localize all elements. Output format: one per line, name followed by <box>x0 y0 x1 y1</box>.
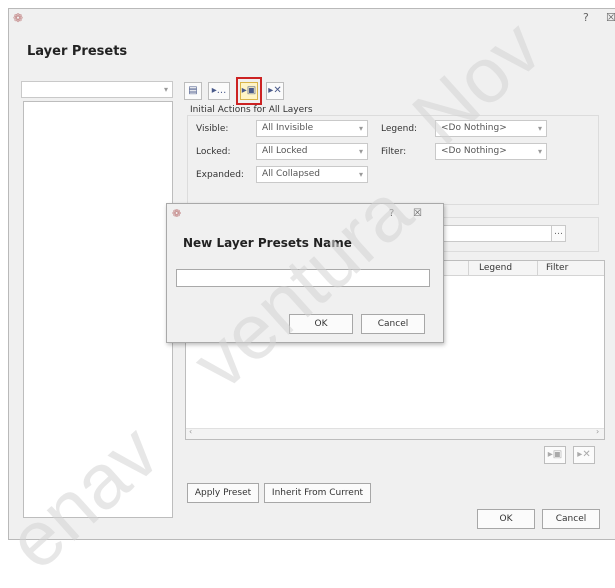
column-header-legend[interactable]: Legend <box>479 263 512 273</box>
new-preset-icon[interactable]: ▸▣ <box>240 82 258 100</box>
filter-label: Filter: <box>381 147 407 157</box>
ok-button[interactable]: OK <box>477 509 535 529</box>
scroll-right-icon[interactable]: › <box>596 427 599 436</box>
expanded-value: All Collapsed <box>262 169 320 179</box>
locked-value: All Locked <box>262 146 308 156</box>
app-logo-icon: ❁ <box>172 207 182 220</box>
close-icon[interactable]: ☒ <box>606 11 615 24</box>
grid-scrollbar[interactable] <box>186 428 604 439</box>
help-icon[interactable]: ? <box>583 11 589 24</box>
dialog-cancel-button[interactable]: Cancel <box>361 314 425 334</box>
grid-divider <box>537 261 538 276</box>
expanded-label: Expanded: <box>196 170 244 180</box>
app-logo-icon: ❁ <box>13 11 24 25</box>
move-row-icon[interactable]: ▸▣ <box>544 446 566 464</box>
grid-divider <box>468 261 469 276</box>
layer-field[interactable] <box>431 225 559 242</box>
legend-combo[interactable]: <Do Nothing> ▾ <box>435 120 547 137</box>
new-layer-icon[interactable]: ▤ <box>184 82 202 100</box>
visible-value: All Invisible <box>262 123 314 133</box>
chevron-down-icon: ▾ <box>537 147 542 156</box>
legend-label: Legend: <box>381 124 418 134</box>
preset-name-input[interactable] <box>176 269 430 287</box>
preset-list[interactable] <box>23 101 173 518</box>
locked-combo[interactable]: All Locked ▾ <box>256 143 368 160</box>
new-preset-dialog: ❁ ? ☒ New Layer Presets Name OK Cancel <box>166 203 444 343</box>
preset-selector[interactable]: ▾ <box>21 81 173 98</box>
arrow-menu-icon[interactable]: ▸... <box>208 82 230 100</box>
visible-label: Visible: <box>196 124 229 134</box>
filter-combo[interactable]: <Do Nothing> ▾ <box>435 143 547 160</box>
cancel-button[interactable]: Cancel <box>542 509 600 529</box>
filter-value: <Do Nothing> <box>441 146 507 156</box>
chevron-down-icon: ▾ <box>358 124 363 133</box>
dialog-title: New Layer Presets Name <box>183 236 352 250</box>
locked-label: Locked: <box>196 147 231 157</box>
chevron-down-icon: ▾ <box>537 124 542 133</box>
dialog-ok-button[interactable]: OK <box>289 314 353 334</box>
page-title: Layer Presets <box>27 44 128 59</box>
delete-preset-icon[interactable]: ▸✕ <box>266 82 284 100</box>
close-icon[interactable]: ☒ <box>413 208 422 219</box>
initial-actions-title: Initial Actions for All Layers <box>190 105 313 115</box>
chevron-down-icon: ▾ <box>358 170 363 179</box>
inherit-from-current-button[interactable]: Inherit From Current <box>264 483 371 503</box>
visible-combo[interactable]: All Invisible ▾ <box>256 120 368 137</box>
help-icon[interactable]: ? <box>389 208 394 219</box>
scroll-left-icon[interactable]: ‹ <box>189 427 192 436</box>
chevron-down-icon: ▾ <box>163 85 168 94</box>
expanded-combo[interactable]: All Collapsed ▾ <box>256 166 368 183</box>
delete-row-icon[interactable]: ▸✕ <box>573 446 595 464</box>
browse-button[interactable]: … <box>551 225 566 242</box>
chevron-down-icon: ▾ <box>358 147 363 156</box>
legend-value: <Do Nothing> <box>441 123 507 133</box>
apply-preset-button[interactable]: Apply Preset <box>187 483 259 503</box>
column-header-filter[interactable]: Filter <box>546 263 568 273</box>
